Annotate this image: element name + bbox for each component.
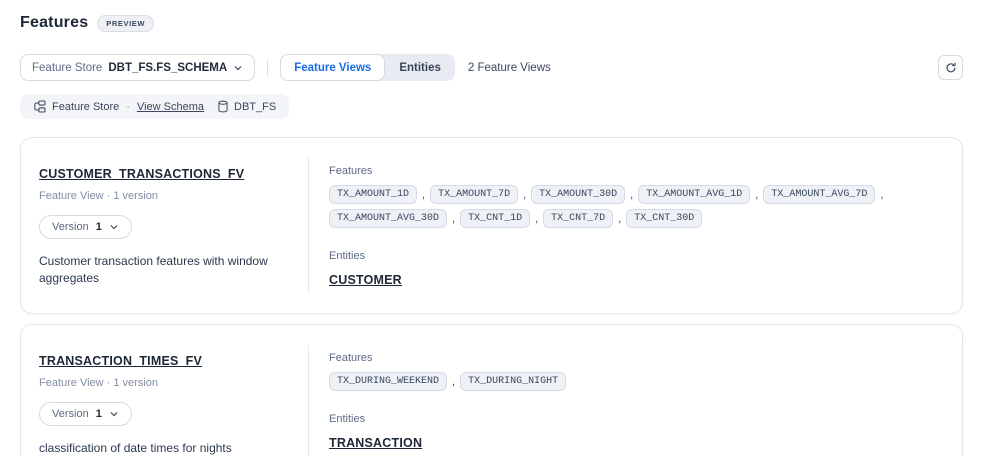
schema-icon <box>33 100 46 113</box>
chip-separator: , <box>422 189 425 201</box>
chip-separator: , <box>618 213 621 225</box>
feature-store-label: Feature Store <box>32 62 102 74</box>
page-title: Features <box>20 14 88 32</box>
feature-store-dropdown[interactable]: Feature Store DBT_FS.FS_SCHEMA <box>20 54 255 81</box>
feature-view-card: TRANSACTION_TIMES_FV Feature View · 1 ve… <box>20 324 963 456</box>
breadcrumb-store-label: Feature Store <box>52 101 119 113</box>
feature-chip: TX_AMOUNT_AVG_7D <box>763 185 875 204</box>
version-value: 1 <box>96 408 102 420</box>
features-section-label: Features <box>329 352 938 364</box>
chevron-down-icon <box>109 222 119 232</box>
toolbar: Feature Store DBT_FS.FS_SCHEMA Feature V… <box>20 54 963 81</box>
card-info-column: CUSTOMER_TRANSACTIONS_FV Feature View · … <box>21 138 308 313</box>
feature-chip: TX_CNT_1D <box>460 209 530 228</box>
database-icon <box>217 100 229 113</box>
version-label: Version <box>52 408 89 420</box>
breadcrumb: Feature Store · View Schema DBT_FS <box>20 94 289 119</box>
entities-link-list: TRANSACTION <box>329 434 938 452</box>
chip-separator: , <box>523 189 526 201</box>
page-header: Features PREVIEW <box>20 14 963 32</box>
card-info-column: TRANSACTION_TIMES_FV Feature View · 1 ve… <box>21 325 308 456</box>
feature-store-value: DBT_FS.FS_SCHEMA <box>108 62 227 74</box>
entity-link[interactable]: CUSTOMER <box>329 273 402 287</box>
feature-chip: TX_DURING_WEEKEND <box>329 372 447 391</box>
entity-link[interactable]: TRANSACTION <box>329 436 422 450</box>
tab-feature-views[interactable]: Feature Views <box>280 54 385 81</box>
feature-view-card: CUSTOMER_TRANSACTIONS_FV Feature View · … <box>20 137 963 314</box>
card-detail-column: Features TX_DURING_WEEKEND, TX_DURING_NIG… <box>309 325 962 456</box>
feature-view-description: Customer transaction features with windo… <box>39 253 289 288</box>
view-schema-link[interactable]: View Schema <box>137 101 204 113</box>
chip-separator: , <box>755 189 758 201</box>
feature-chip: TX_CNT_30D <box>626 209 702 228</box>
breadcrumb-separator: · <box>125 101 131 113</box>
feature-chip: TX_AMOUNT_1D <box>329 185 417 204</box>
features-chip-list: TX_DURING_WEEKEND, TX_DURING_NIGHT <box>329 372 938 391</box>
feature-view-title-link[interactable]: TRANSACTION_TIMES_FV <box>39 354 202 368</box>
feature-view-title-link[interactable]: CUSTOMER_TRANSACTIONS_FV <box>39 167 244 181</box>
view-mode-tabs: Feature Views Entities <box>280 54 455 81</box>
refresh-icon <box>945 62 957 74</box>
feature-view-meta: Feature View · 1 version <box>39 190 290 202</box>
chip-separator: , <box>630 189 633 201</box>
feature-chip: TX_AMOUNT_AVG_1D <box>638 185 750 204</box>
feature-view-description: classification of date times for nights … <box>39 440 289 456</box>
chip-separator: , <box>452 213 455 225</box>
features-page: Features PREVIEW Feature Store DBT_FS.FS… <box>0 0 985 456</box>
database-name: DBT_FS <box>234 101 276 113</box>
chip-separator: , <box>535 213 538 225</box>
version-label: Version <box>52 221 89 233</box>
toolbar-divider <box>267 60 268 76</box>
feature-chip: TX_AMOUNT_AVG_30D <box>329 209 447 228</box>
feature-chip: TX_CNT_7D <box>543 209 613 228</box>
chevron-down-icon <box>109 409 119 419</box>
version-value: 1 <box>96 221 102 233</box>
preview-badge: PREVIEW <box>97 15 154 32</box>
breadcrumb-database: DBT_FS <box>217 100 276 113</box>
entities-section-label: Entities <box>329 250 938 262</box>
feature-chip: TX_DURING_NIGHT <box>460 372 566 391</box>
chip-separator: , <box>452 376 455 388</box>
card-detail-column: Features TX_AMOUNT_1D,TX_AMOUNT_7D,TX_AM… <box>309 138 962 313</box>
entities-section-label: Entities <box>329 413 938 425</box>
chip-separator: , <box>880 189 883 201</box>
feature-chip: TX_AMOUNT_7D <box>430 185 518 204</box>
version-dropdown[interactable]: Version 1 <box>39 402 132 426</box>
features-section-label: Features <box>329 165 938 177</box>
feature-view-meta: Feature View · 1 version <box>39 377 290 389</box>
tab-entities[interactable]: Entities <box>385 54 455 81</box>
feature-views-count: 2 Feature Views <box>468 62 551 74</box>
chevron-down-icon <box>233 63 243 73</box>
entities-link-list: CUSTOMER <box>329 271 938 289</box>
refresh-button[interactable] <box>938 55 963 80</box>
version-dropdown[interactable]: Version 1 <box>39 215 132 239</box>
features-chip-list: TX_AMOUNT_1D, TX_AMOUNT_7D, TX_AMOUNT_30D,… <box>329 185 938 228</box>
feature-chip: TX_AMOUNT_30D <box>531 185 625 204</box>
